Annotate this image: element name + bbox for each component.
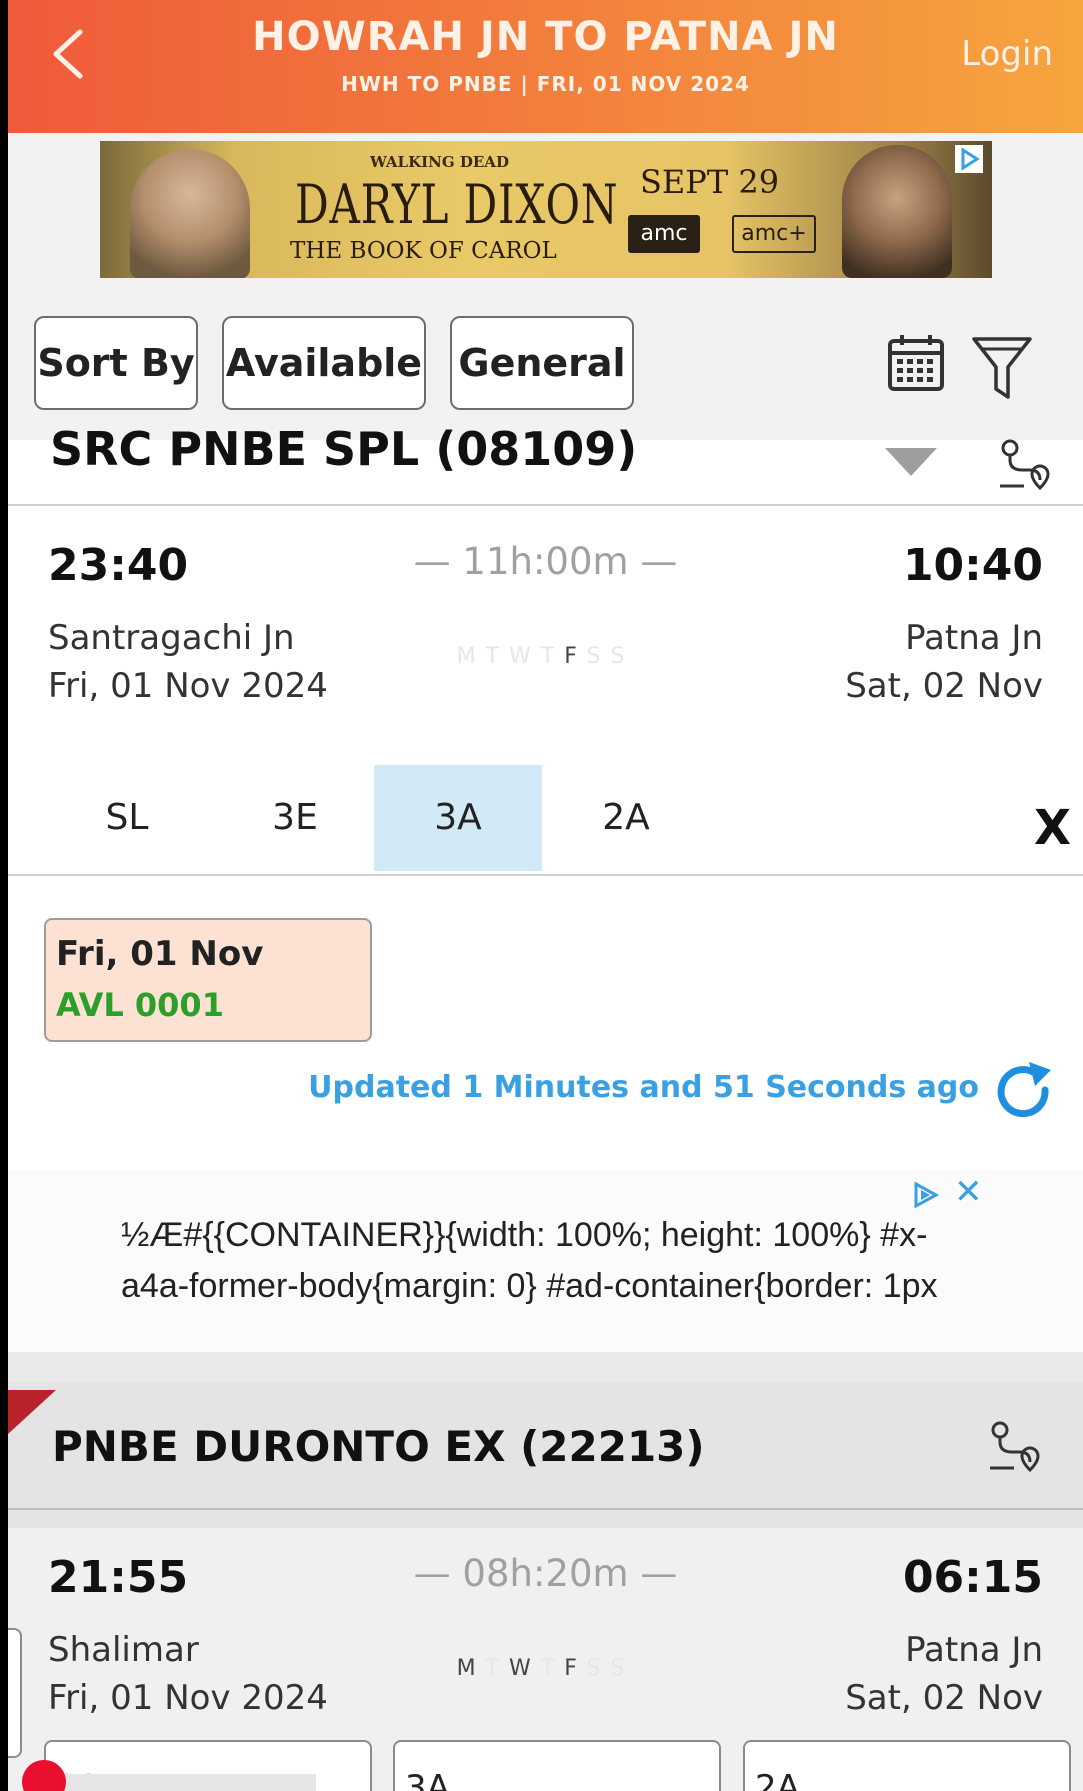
class-availability-2a[interactable]: 2A (743, 1740, 1071, 1791)
ad-brand-amc: amc (628, 215, 700, 253)
ad-small-text: WALKING DEAD (370, 153, 509, 171)
day-sun: S (610, 644, 635, 669)
ad-banner-container: WALKING DEAD DARYL DIXON THE BOOK OF CAR… (8, 133, 1083, 283)
day-wed: W (509, 644, 541, 669)
promo-flag (8, 1390, 56, 1434)
ad-subtitle: THE BOOK OF CAROL (290, 238, 557, 264)
general-quota-button[interactable]: General (450, 316, 634, 410)
day-thu: T (540, 1656, 565, 1681)
class-tab-3a[interactable]: 3A (374, 765, 542, 871)
divider (8, 874, 1083, 876)
bottom-bar (58, 1774, 316, 1791)
filter-bar: Sort By Available General (8, 283, 1083, 440)
class-tab-2a[interactable]: 2A (542, 765, 710, 871)
refresh-icon[interactable] (993, 1060, 1057, 1124)
ad-date: SEPT 29 (640, 163, 780, 201)
day-thu: T (540, 644, 565, 669)
arrival-time: 10:40 (902, 540, 1043, 591)
arrival-time: 06:15 (902, 1552, 1043, 1603)
day-wed: W (509, 1656, 541, 1681)
screen: HOWRAH JN TO PATNA JN HWH TO PNBE | FRI,… (8, 0, 1083, 1791)
route-map-icon[interactable] (994, 436, 1050, 492)
running-days: MTWTFSS (8, 1656, 1083, 1681)
ad-unit-broken[interactable]: ½Æ#{{CONTAINER}}{width: 100%; height: 10… (8, 1170, 1083, 1352)
calendar-icon[interactable] (886, 333, 946, 393)
availability-date: Fri, 01 Nov (56, 934, 264, 974)
day-tue: T (485, 1656, 509, 1681)
login-button[interactable]: Login (961, 34, 1053, 74)
divider (8, 1508, 1083, 1510)
availability-status: AVL 0001 (56, 986, 224, 1024)
class-tab-3e[interactable]: 3E (211, 765, 379, 871)
class-tab-sl[interactable]: SL (43, 765, 211, 871)
train-name: SRC PNBE SPL (08109) (50, 422, 638, 476)
collapse-arrow-icon[interactable] (885, 448, 937, 476)
ad-brand-amcplus: amc+ (732, 215, 816, 253)
running-days: MTWTFSS (8, 644, 1083, 669)
filter-icon[interactable] (970, 333, 1034, 403)
ad-banner[interactable]: WALKING DEAD DARYL DIXON THE BOOK OF CAR… (100, 141, 992, 278)
day-fri: F (564, 644, 587, 669)
route-map-icon[interactable] (984, 1418, 1040, 1474)
ad-title: DARYL DIXON (295, 173, 619, 236)
page-subtitle: HWH TO PNBE | FRI, 01 NOV 2024 (341, 72, 750, 96)
train-card[interactable]: PNBE DURONTO EX (22213) 21:55 — 08h:20m … (8, 1352, 1083, 1791)
adchoices-icon[interactable] (955, 145, 983, 173)
page-title: HOWRAH JN TO PATNA JN (252, 14, 839, 60)
side-tab[interactable] (8, 1628, 22, 1758)
day-sun: S (610, 1656, 635, 1681)
destination-date: Sat, 02 Nov (845, 666, 1043, 706)
ad-close-button[interactable]: ✕ (954, 1172, 983, 1212)
available-filter-button[interactable]: Available (222, 316, 426, 410)
divider (8, 504, 1083, 506)
day-fri: F (564, 1656, 587, 1681)
ad-portrait-right (842, 145, 952, 278)
adchoices-icon[interactable] (908, 1178, 942, 1212)
day-mon: M (456, 644, 486, 669)
ad-portrait-left (130, 149, 250, 278)
sort-by-button[interactable]: Sort By (34, 316, 198, 410)
day-mon: M (456, 1656, 486, 1681)
origin-date: Fri, 01 Nov 2024 (48, 1678, 328, 1718)
destination-date: Sat, 02 Nov (845, 1678, 1043, 1718)
ad-placeholder-text: ½Æ#{{CONTAINER}}{width: 100%; height: 10… (121, 1216, 938, 1322)
close-availability-button[interactable]: X (1034, 800, 1071, 856)
class-availability-3a[interactable]: 3A (393, 1740, 721, 1791)
train-card[interactable]: SRC PNBE SPL (08109) 23:40 — 11h:00m — 1… (8, 422, 1083, 1352)
app-header: HOWRAH JN TO PATNA JN HWH TO PNBE | FRI,… (8, 0, 1083, 133)
train-name: PNBE DURONTO EX (22213) (52, 1422, 705, 1471)
availability-card[interactable]: Fri, 01 Nov AVL 0001 (44, 918, 372, 1042)
day-tue: T (485, 644, 509, 669)
day-sat: S (586, 644, 611, 669)
last-updated-text: Updated 1 Minutes and 51 Seconds ago (308, 1070, 979, 1105)
day-sat: S (586, 1656, 611, 1681)
origin-date: Fri, 01 Nov 2024 (48, 666, 328, 706)
